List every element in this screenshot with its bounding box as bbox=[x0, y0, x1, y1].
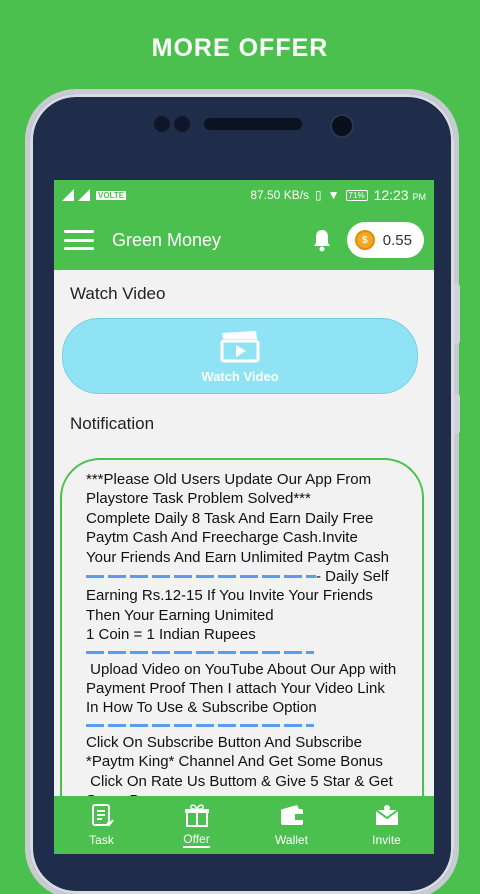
invite-mail-icon bbox=[374, 805, 399, 825]
notification-line: Then Your Earning Unimited bbox=[86, 606, 274, 624]
signal-icon bbox=[62, 189, 74, 201]
status-bar: VOLTE 87.50 KB/s ▯ ▼ 71% 12:23 PM bbox=[54, 180, 434, 210]
nav-wallet-label: Wallet bbox=[275, 833, 308, 847]
coin-balance[interactable]: $ 0.55 bbox=[346, 222, 424, 258]
app-bar: Green Money $ 0.55 bbox=[54, 210, 434, 270]
signal-icon bbox=[78, 189, 90, 201]
coin-icon: $ bbox=[354, 230, 375, 250]
wallet-icon bbox=[280, 805, 303, 825]
watch-video-button-label: Watch Video bbox=[201, 368, 279, 384]
divider bbox=[86, 575, 316, 579]
notification-line: *Paytm King* Channel And Get Some Bonus bbox=[86, 753, 383, 771]
nav-invite[interactable]: Invite bbox=[347, 803, 427, 847]
volte-badge: VOLTE bbox=[96, 190, 127, 200]
bell-icon[interactable] bbox=[311, 228, 333, 252]
watch-video-label: Watch Video bbox=[70, 284, 166, 303]
menu-icon[interactable] bbox=[64, 230, 94, 250]
notification-line: Click On Subscribe Button And Subscribe bbox=[86, 733, 362, 751]
app-screen: VOLTE 87.50 KB/s ▯ ▼ 71% 12:23 PM Green … bbox=[54, 180, 434, 854]
notification-line: In How To Use & Subscribe Option bbox=[86, 699, 317, 717]
notification-line: Playstore Task Problem Solved*** bbox=[86, 490, 311, 508]
bottom-nav: Task Offer Wallet Invite bbox=[54, 796, 434, 854]
dash-row: - Daily Self bbox=[86, 567, 422, 586]
notification-line: 1 Coin = 1 Indian Rupees bbox=[86, 626, 256, 644]
clock: 12:23 PM bbox=[373, 187, 426, 203]
divider bbox=[86, 650, 314, 654]
notification-box: ***Please Old Users Update Our App From … bbox=[60, 458, 424, 854]
volume-button bbox=[454, 284, 460, 344]
nav-task-label: Task bbox=[89, 833, 114, 847]
front-camera-icon bbox=[330, 114, 354, 138]
notification-line: ***Please Old Users Update Our App From bbox=[86, 471, 372, 488]
notification-label: Notification bbox=[70, 414, 155, 433]
notification-line: Paytm Cash And Freecharge Cash.Invite bbox=[86, 529, 358, 547]
power-button bbox=[454, 394, 460, 434]
notification-line: - Daily Self bbox=[316, 568, 389, 586]
promo-title: MORE OFFER bbox=[151, 34, 329, 62]
notification-line: Complete Daily 8 Task And Earn Daily Fre… bbox=[86, 509, 374, 527]
notification-line: Payment Proof Then I attach Your Video L… bbox=[86, 680, 385, 698]
speaker-grill bbox=[204, 118, 302, 130]
sensor-icon bbox=[174, 116, 190, 132]
network-speed: 87.50 KB/s bbox=[250, 188, 310, 202]
nav-invite-label: Invite bbox=[372, 833, 401, 847]
nav-task[interactable]: Task bbox=[62, 803, 142, 847]
notification-line: Earning Rs.12-15 If You Invite Your Frie… bbox=[86, 587, 373, 605]
nav-wallet[interactable]: Wallet bbox=[252, 803, 332, 847]
coin-value: 0.55 bbox=[382, 231, 412, 249]
vibrate-icon: ▯ bbox=[315, 188, 322, 202]
notification-line: Your Friends And Earn Unlimited Paytm Ca… bbox=[86, 548, 389, 566]
wifi-icon: ▼ bbox=[327, 188, 340, 202]
app-title: Green Money bbox=[112, 229, 222, 250]
sensor-icon bbox=[154, 116, 170, 132]
watch-video-button[interactable]: Watch Video bbox=[62, 318, 418, 394]
notification-line: Click On Rate Us Buttom & Give 5 Star & … bbox=[86, 772, 393, 790]
gift-icon bbox=[184, 804, 209, 827]
clapperboard-icon bbox=[220, 330, 260, 362]
nav-offer[interactable]: Offer bbox=[157, 802, 237, 848]
battery-icon: 71% bbox=[345, 189, 368, 201]
nav-offer-label: Offer bbox=[183, 832, 210, 848]
divider bbox=[86, 723, 314, 727]
notification-line: Upload Video on YouTube About Our App wi… bbox=[86, 660, 397, 678]
task-icon bbox=[91, 804, 114, 827]
